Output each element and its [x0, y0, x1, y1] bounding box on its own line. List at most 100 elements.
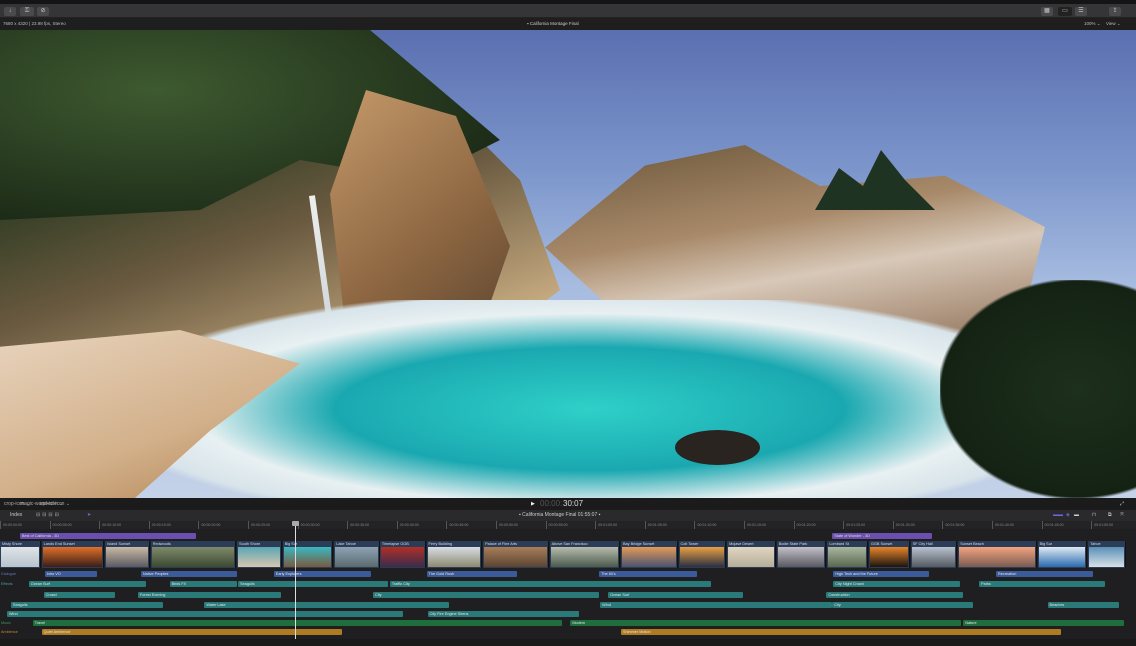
audio-clip[interactable]: Shimmer Motion: [620, 629, 1062, 635]
audio-clip[interactable]: The 60's: [599, 571, 698, 577]
audio-clip[interactable]: City Night Crowd: [833, 581, 961, 587]
audio-clip[interactable]: Forest Evening: [137, 592, 281, 598]
snapping-icon[interactable]: ⊓: [1092, 510, 1096, 521]
audio-clip[interactable]: Travel: [32, 620, 563, 626]
video-clip[interactable]: South Shore: [237, 541, 282, 568]
audio-clip[interactable]: Wind: [6, 611, 403, 617]
video-clip[interactable]: Coit Tower: [678, 541, 727, 568]
clip-thumbnail: [106, 547, 148, 567]
audio-clip[interactable]: Native Peoples: [140, 571, 238, 577]
clip-thumbnail: [959, 547, 1035, 567]
audio-skimming-icon[interactable]: ◈: [1066, 510, 1070, 521]
audio-clip[interactable]: Recreation: [995, 571, 1094, 577]
audio-clip[interactable]: Crowd: [43, 592, 116, 598]
video-clip[interactable]: Redwoods: [150, 541, 237, 568]
video-clip[interactable]: Misty Shore: [0, 541, 41, 568]
video-clip[interactable]: Lake Tahoe: [334, 541, 380, 568]
audio-clip[interactable]: Nature: [963, 620, 1124, 626]
title-clip[interactable]: Best of California - 3D: [19, 533, 197, 539]
audio-clip[interactable]: Beaches: [1047, 602, 1119, 608]
select-tool-icon[interactable]: ➤: [87, 510, 91, 521]
audio-clip[interactable]: City: [832, 602, 974, 608]
audio-clip[interactable]: Parks: [979, 581, 1106, 587]
video-viewer[interactable]: [0, 30, 1136, 498]
audio-clip[interactable]: City Fire Engine Sirens: [427, 611, 579, 617]
edit-buttons[interactable]: ⊟⊟⊟⊟: [36, 510, 61, 521]
ruler-tick: 00:00:15:00: [148, 521, 171, 529]
audio-clip[interactable]: Early Explorers: [273, 571, 371, 577]
video-clip[interactable]: Lands End Sunset: [41, 541, 105, 568]
play-button[interactable]: ▶: [531, 498, 535, 510]
video-clip[interactable]: Lombard St: [827, 541, 868, 568]
clip-thumbnail: [728, 547, 774, 567]
audio-clip[interactable]: Quiet Ambience: [41, 629, 343, 635]
playhead-handle[interactable]: [292, 521, 299, 526]
audio-clip[interactable]: Wind: [600, 602, 833, 608]
index-button[interactable]: Index: [10, 510, 22, 521]
video-clip[interactable]: Bodie State Park: [776, 541, 827, 568]
browser-toggle-button[interactable]: ▦: [1041, 7, 1053, 16]
audio-clip[interactable]: Construction: [826, 592, 964, 598]
lane-label: Music: [1, 621, 11, 625]
timeline-toggle-button[interactable]: ▭: [1058, 7, 1072, 16]
clip-appearance-icon[interactable]: ⧉: [1108, 510, 1112, 521]
audio-clip[interactable]: High Tech and the Future: [833, 571, 930, 577]
zoom-dropdown[interactable]: 100% ⌄: [1084, 18, 1101, 30]
audio-clip[interactable]: [565, 611, 580, 617]
audio-clip[interactable]: Traffic City: [389, 581, 712, 587]
video-clip[interactable]: Big Sur: [282, 541, 334, 568]
video-clip[interactable]: Sunset Beach: [958, 541, 1037, 568]
timeline-footer: [0, 639, 1136, 646]
title-clip[interactable]: State of Wonder - 3D: [832, 533, 933, 539]
skimming-icon[interactable]: ▬▬: [1053, 510, 1063, 521]
format-info: 7680 x 4320 | 23.98 fps, Stereo: [3, 21, 66, 26]
audio-clip[interactable]: The Gold Rush: [426, 571, 517, 577]
ruler-tick: 00:00:05:00: [49, 521, 72, 529]
clip-thumbnail: [484, 547, 547, 567]
ruler-tick: 00:01:40:00: [992, 521, 1014, 529]
video-clip[interactable]: Mojave Desert: [727, 541, 776, 568]
retime-tool-dropdown[interactable]: speed-icon ⌄: [40, 498, 70, 510]
ruler-tick: 00:00:00:00: [0, 521, 22, 529]
share-icon: ⇪: [1112, 8, 1118, 14]
audio-clip[interactable]: Water Lake: [204, 602, 450, 608]
audio-clip[interactable]: Seagulls: [10, 602, 163, 608]
video-clip[interactable]: Tahoe: [1088, 541, 1126, 568]
timecode[interactable]: 30:07: [563, 498, 583, 510]
video-clip[interactable]: Ferry Building: [426, 541, 483, 568]
solo-icon[interactable]: ▬: [1074, 510, 1079, 521]
clip-thumbnail: [621, 547, 676, 567]
playhead[interactable]: [295, 521, 296, 639]
clip-thumbnail: [550, 547, 618, 567]
video-clip[interactable]: SF City Hall: [910, 541, 958, 568]
audio-clip[interactable]: City: [372, 592, 600, 598]
audio-clip[interactable]: Seagulls: [238, 581, 388, 587]
timeline[interactable]: Best of California - 3D State of Wonder -…: [0, 529, 1136, 639]
timeline-ruler[interactable]: 00:00:00:00 00:00:05:00 00:00:10:00 00:00:1…: [0, 521, 1136, 529]
share-button[interactable]: ⇪: [1109, 7, 1121, 16]
keywords-button[interactable]: ⚿: [20, 7, 34, 16]
audio-clip[interactable]: Intro VO: [44, 571, 98, 577]
clip-thumbnail: [42, 547, 103, 567]
fullscreen-icon[interactable]: ⤢: [1120, 498, 1124, 510]
video-clip[interactable]: Island Sunset: [105, 541, 150, 568]
video-clip[interactable]: Above San Francisco: [549, 541, 620, 568]
audio-clip[interactable]: Ocean Surf: [28, 581, 146, 587]
audio-clip[interactable]: Birds FX: [169, 581, 238, 587]
audio-clip[interactable]: Ocean Surf: [608, 592, 743, 598]
video-clip[interactable]: Big Sur: [1037, 541, 1088, 568]
clip-thumbnail: [151, 547, 235, 567]
video-clip[interactable]: Timelapse GGB: [379, 541, 426, 568]
video-clip[interactable]: Bay Bridge Sunset: [620, 541, 678, 568]
ruler-tick: 00:00:10:00: [99, 521, 121, 529]
video-clip[interactable]: GGB Sunset: [868, 541, 910, 568]
video-clip[interactable]: Palace of Fine Arts: [483, 541, 549, 568]
import-button[interactable]: ↓: [4, 7, 16, 16]
effects-browser-icon[interactable]: ⤧: [1120, 510, 1124, 521]
audio-clip[interactable]: Modern: [570, 620, 962, 626]
background-tasks-button[interactable]: ⊘: [37, 7, 49, 16]
inspector-toggle-button[interactable]: ☰: [1075, 7, 1087, 16]
clip-thumbnail: [777, 547, 825, 567]
ruler-tick: 00:00:55:00: [545, 521, 568, 529]
view-dropdown[interactable]: View ⌄: [1106, 18, 1121, 30]
